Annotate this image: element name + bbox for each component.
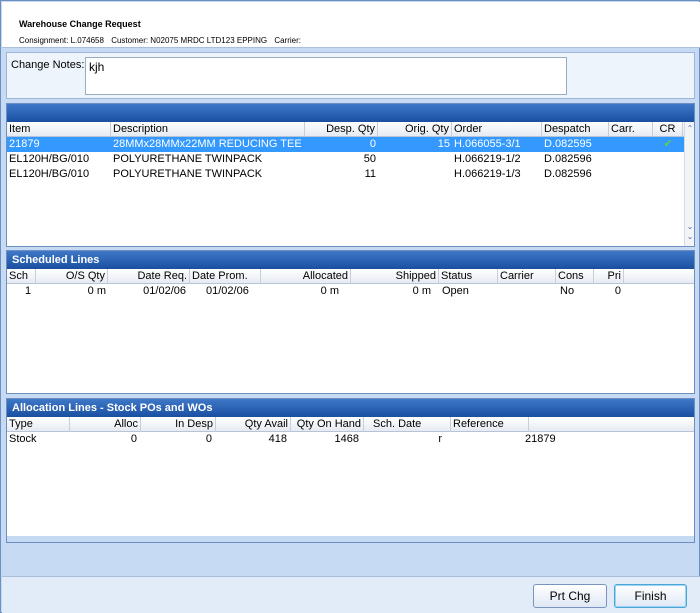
col-pri[interactable]: Pri <box>594 269 624 284</box>
cell-pri: 0 <box>614 285 621 297</box>
check-icon[interactable]: ✔ <box>653 137 683 152</box>
col-sch[interactable]: Sch <box>7 269 36 284</box>
change-notes-input[interactable]: kjh <box>85 57 567 95</box>
carrier-label: Carrier: <box>274 36 301 45</box>
finish-button[interactable]: Finish <box>614 584 687 608</box>
cell-sch: 1 <box>25 285 32 297</box>
scroll-down-icon[interactable]: ⌄ <box>685 222 695 232</box>
cell-order: H.066219-1/3 <box>454 168 521 180</box>
col-desp-qty[interactable]: Desp. Qty <box>305 122 378 137</box>
cell-carr <box>609 137 653 152</box>
cell-qty-avail: 418 <box>268 433 287 445</box>
cell-description: 28MMx28MMx22MM REDUCING TEE <box>113 138 302 150</box>
cell-date-req: 01/02/06 <box>143 285 186 297</box>
prt-chg-button[interactable]: Prt Chg <box>533 584 607 608</box>
cell-orig-qty: 15 <box>437 138 450 150</box>
allocation-lines-grid: Allocation Lines - Stock POs and WOs Typ… <box>6 398 695 543</box>
cell-orig-qty <box>378 152 452 167</box>
items-scrollbar[interactable]: ⌃ ⌄ ⌄ <box>684 122 694 246</box>
col-cr[interactable]: CR <box>653 122 683 137</box>
cell-orig-qty <box>378 167 452 182</box>
cell-alloc: 0 <box>130 433 137 445</box>
col-orig-qty[interactable]: Orig. Qty <box>378 122 452 137</box>
cell-shipped: 0 m <box>412 285 431 297</box>
cell-allocated: 0 m <box>320 285 339 297</box>
allocation-footer <box>7 536 694 542</box>
col-date-prom[interactable]: Date Prom. <box>190 269 261 284</box>
allocation-grid-header: Type Alloc In Desp Qty Avail Qty On Hand… <box>7 417 694 432</box>
cell-desp-qty: 0 <box>369 138 376 150</box>
col-cons[interactable]: Cons <box>556 269 594 284</box>
col-allocated[interactable]: Allocated <box>261 269 351 284</box>
cell-despatch: D.082595 <box>544 138 592 150</box>
col-sch-date[interactable]: Sch. Date <box>364 417 451 432</box>
items-grid: Item Description Desp. Qty Orig. Qty Ord… <box>6 103 695 247</box>
customer-label: Customer: N02075 MRDC LTD123 EPPING <box>111 36 268 45</box>
cell-despatch: D.082596 <box>544 153 592 165</box>
col-alloc[interactable]: Alloc <box>70 417 141 432</box>
col-carrier[interactable]: Carrier <box>498 269 556 284</box>
table-row[interactable]: EL120H/BG/010 POLYURETHANE TWINPACK 50 H… <box>7 152 694 167</box>
cell-carr <box>609 152 653 167</box>
col-type[interactable]: Type <box>7 417 70 432</box>
cell-cr[interactable] <box>653 167 683 182</box>
col-carr[interactable]: Carr. <box>609 122 653 137</box>
items-grid-header: Item Description Desp. Qty Orig. Qty Ord… <box>7 122 694 137</box>
col-qty-on-hand[interactable]: Qty On Hand <box>291 417 364 432</box>
table-row[interactable]: 1 0 m 01/02/06 01/02/06 0 m 0 m Open No … <box>7 284 694 299</box>
cell-type: Stock <box>9 433 37 445</box>
allocation-lines-title: Allocation Lines - Stock POs and WOs <box>7 399 694 417</box>
cell-order: H.066055-3/1 <box>454 138 521 150</box>
cell-date-prom: 01/02/06 <box>206 285 249 297</box>
col-os-qty[interactable]: O/S Qty <box>36 269 108 284</box>
cell-desp-qty: 50 <box>363 153 376 165</box>
scroll-up-icon[interactable]: ⌃ <box>685 124 695 134</box>
window-frame: Warehouse Change Request Consignment: L.… <box>0 0 700 613</box>
items-grid-titlebar <box>7 104 694 122</box>
col-reference[interactable]: Reference <box>451 417 529 432</box>
cell-reference: 21879 <box>525 433 556 445</box>
button-bar: Prt Chg Finish <box>2 576 700 613</box>
col-despatch[interactable]: Despatch <box>542 122 609 137</box>
cell-qty-on-hand: 1468 <box>334 433 359 445</box>
col-date-req[interactable]: Date Req. <box>108 269 190 284</box>
col-description[interactable]: Description <box>111 122 305 137</box>
cell-description: POLYURETHANE TWINPACK <box>113 168 263 180</box>
col-status[interactable]: Status <box>439 269 498 284</box>
col-order[interactable]: Order <box>452 122 542 137</box>
col-shipped[interactable]: Shipped <box>351 269 439 284</box>
change-notes-label: Change Notes: <box>11 59 85 71</box>
table-row[interactable]: Stock 0 0 418 1468 r 21879 <box>7 432 694 447</box>
table-row[interactable]: 21879 28MMx28MMx22MM REDUCING TEE 0 15 H… <box>7 137 694 152</box>
cell-item: 21879 <box>9 138 40 150</box>
window-title: Warehouse Change Request <box>19 19 141 29</box>
consignment-info: Consignment: L.074658 Customer: N02075 M… <box>19 36 306 45</box>
table-row[interactable]: EL120H/BG/010 POLYURETHANE TWINPACK 11 H… <box>7 167 694 182</box>
col-qty-avail[interactable]: Qty Avail <box>216 417 291 432</box>
cell-cr[interactable] <box>653 152 683 167</box>
cell-os-qty: 0 m <box>87 285 106 297</box>
cell-order: H.066219-1/2 <box>454 153 521 165</box>
scroll-end-icon[interactable]: ⌄ <box>685 232 695 242</box>
col-item[interactable]: Item <box>7 122 111 137</box>
cell-carrier <box>498 284 556 299</box>
cell-carr <box>609 167 653 182</box>
scheduled-lines-title: Scheduled Lines <box>7 251 694 269</box>
consignment-label: Consignment: L.074658 <box>19 36 104 45</box>
cell-sch-date: r <box>438 433 442 445</box>
scheduled-grid-header: Sch O/S Qty Date Req. Date Prom. Allocat… <box>7 269 694 284</box>
cell-cons: No <box>560 285 575 297</box>
change-notes-panel: Change Notes: kjh <box>6 52 695 99</box>
scheduled-lines-grid: Scheduled Lines Sch O/S Qty Date Req. Da… <box>6 250 695 394</box>
header: Warehouse Change Request Consignment: L.… <box>2 2 700 48</box>
cell-desp-qty: 11 <box>364 168 376 180</box>
cell-status: Open <box>442 285 469 297</box>
cell-despatch: D.082596 <box>544 168 592 180</box>
cell-description: POLYURETHANE TWINPACK <box>113 153 263 165</box>
cell-in-desp: 0 <box>205 433 212 445</box>
cell-item: EL120H/BG/010 <box>9 168 90 180</box>
cell-item: EL120H/BG/010 <box>9 153 90 165</box>
col-in-desp[interactable]: In Desp <box>141 417 216 432</box>
